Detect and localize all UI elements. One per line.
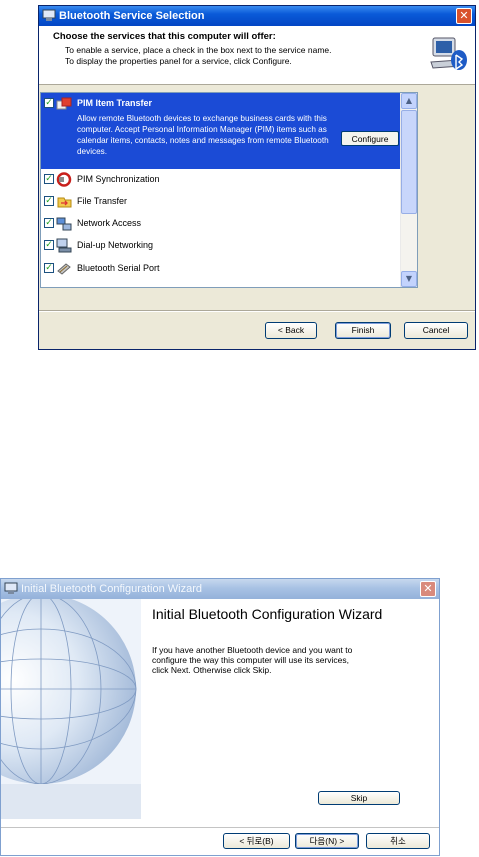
window-title: Bluetooth Service Selection [59, 10, 205, 22]
checkbox-checked[interactable]: ✓ [44, 263, 54, 273]
service-item-pim-synchronization[interactable]: ✓ PIM Synchronization [41, 169, 400, 191]
service-description: Allow remote Bluetooth devices to exchan… [77, 114, 329, 156]
wizard-body-line-3: click Next. Otherwise click Skip. [152, 665, 272, 675]
header-instruction-1: To enable a service, place a check in th… [65, 45, 332, 55]
service-label: Bluetooth Serial Port [77, 263, 160, 273]
back-button[interactable]: < 뒤로(B) [223, 833, 290, 849]
scroll-down-arrow-icon[interactable]: ▼ [401, 271, 417, 287]
checkbox-checked[interactable]: ✓ [44, 240, 54, 250]
header-instruction-2: To display the properties panel for a se… [65, 56, 292, 66]
service-item-bluetooth-serial-port[interactable]: ✓ Bluetooth Serial Port [41, 258, 400, 280]
wizard-body-line-1: If you have another Bluetooth device and… [152, 645, 353, 655]
wizard-body-line-2: configure the way this computer will use… [152, 655, 349, 665]
checkbox-checked[interactable]: ✓ [44, 218, 54, 228]
service-item-file-transfer[interactable]: ✓ File Transfer [41, 191, 400, 213]
footer-separator [39, 310, 475, 312]
close-button[interactable]: ✕ [420, 581, 436, 597]
configure-button[interactable]: Configure [341, 131, 399, 146]
checkbox-checked[interactable]: ✓ [44, 98, 54, 108]
service-item-network-access[interactable]: ✓ Network Access [41, 213, 400, 235]
scroll-up-arrow-icon[interactable]: ▲ [401, 93, 417, 109]
service-label: Dial-up Networking [77, 240, 154, 250]
dialup-icon [56, 238, 72, 253]
network-access-icon [56, 217, 72, 231]
service-item-pim-item-transfer[interactable]: ✓ PIM Item Transfer Allow remote Bluetoo… [41, 93, 400, 169]
pim-sync-icon [56, 172, 72, 187]
finish-button[interactable]: Finish [335, 322, 391, 339]
footer-separator [1, 827, 439, 829]
checkbox-checked[interactable]: ✓ [44, 174, 54, 184]
wizard-heading: Initial Bluetooth Configuration Wizard [152, 606, 383, 622]
skip-button[interactable]: Skip [318, 791, 400, 805]
bluetooth-computer-icon [430, 37, 467, 70]
service-label: File Transfer [77, 196, 128, 206]
service-label: PIM Item Transfer [77, 98, 153, 108]
back-button[interactable]: < Back [265, 322, 317, 339]
next-button[interactable]: 다음(N) > [295, 833, 359, 849]
service-list[interactable]: ✓ PIM Item Transfer Allow remote Bluetoo… [40, 92, 418, 288]
file-transfer-icon [57, 197, 72, 208]
cancel-button[interactable]: 취소 [366, 833, 430, 849]
vertical-scrollbar[interactable]: ▲ ▼ [400, 93, 417, 287]
header-panel: Choose the services that this computer w… [39, 26, 475, 85]
pim-transfer-icon [56, 97, 72, 110]
service-label: Network Access [77, 218, 142, 228]
cancel-button[interactable]: Cancel [404, 322, 468, 339]
service-label: PIM Synchronization [77, 174, 160, 184]
window-title: Initial Bluetooth Configuration Wizard [21, 583, 202, 595]
close-button[interactable]: ✕ [456, 8, 472, 24]
header-title: Choose the services that this computer w… [53, 31, 276, 42]
service-item-dialup-networking[interactable]: ✓ Dial-up Networking [41, 235, 400, 257]
titlebar[interactable]: Bluetooth Service Selection ✕ [39, 6, 475, 26]
titlebar[interactable]: Initial Bluetooth Configuration Wizard ✕ [1, 579, 439, 599]
globe-banner-image [1, 599, 141, 819]
bluetooth-app-icon [42, 9, 56, 21]
bluetooth-app-icon [4, 582, 18, 594]
scroll-thumb[interactable] [401, 110, 417, 214]
serial-port-icon [57, 263, 71, 275]
checkbox-checked[interactable]: ✓ [44, 196, 54, 206]
